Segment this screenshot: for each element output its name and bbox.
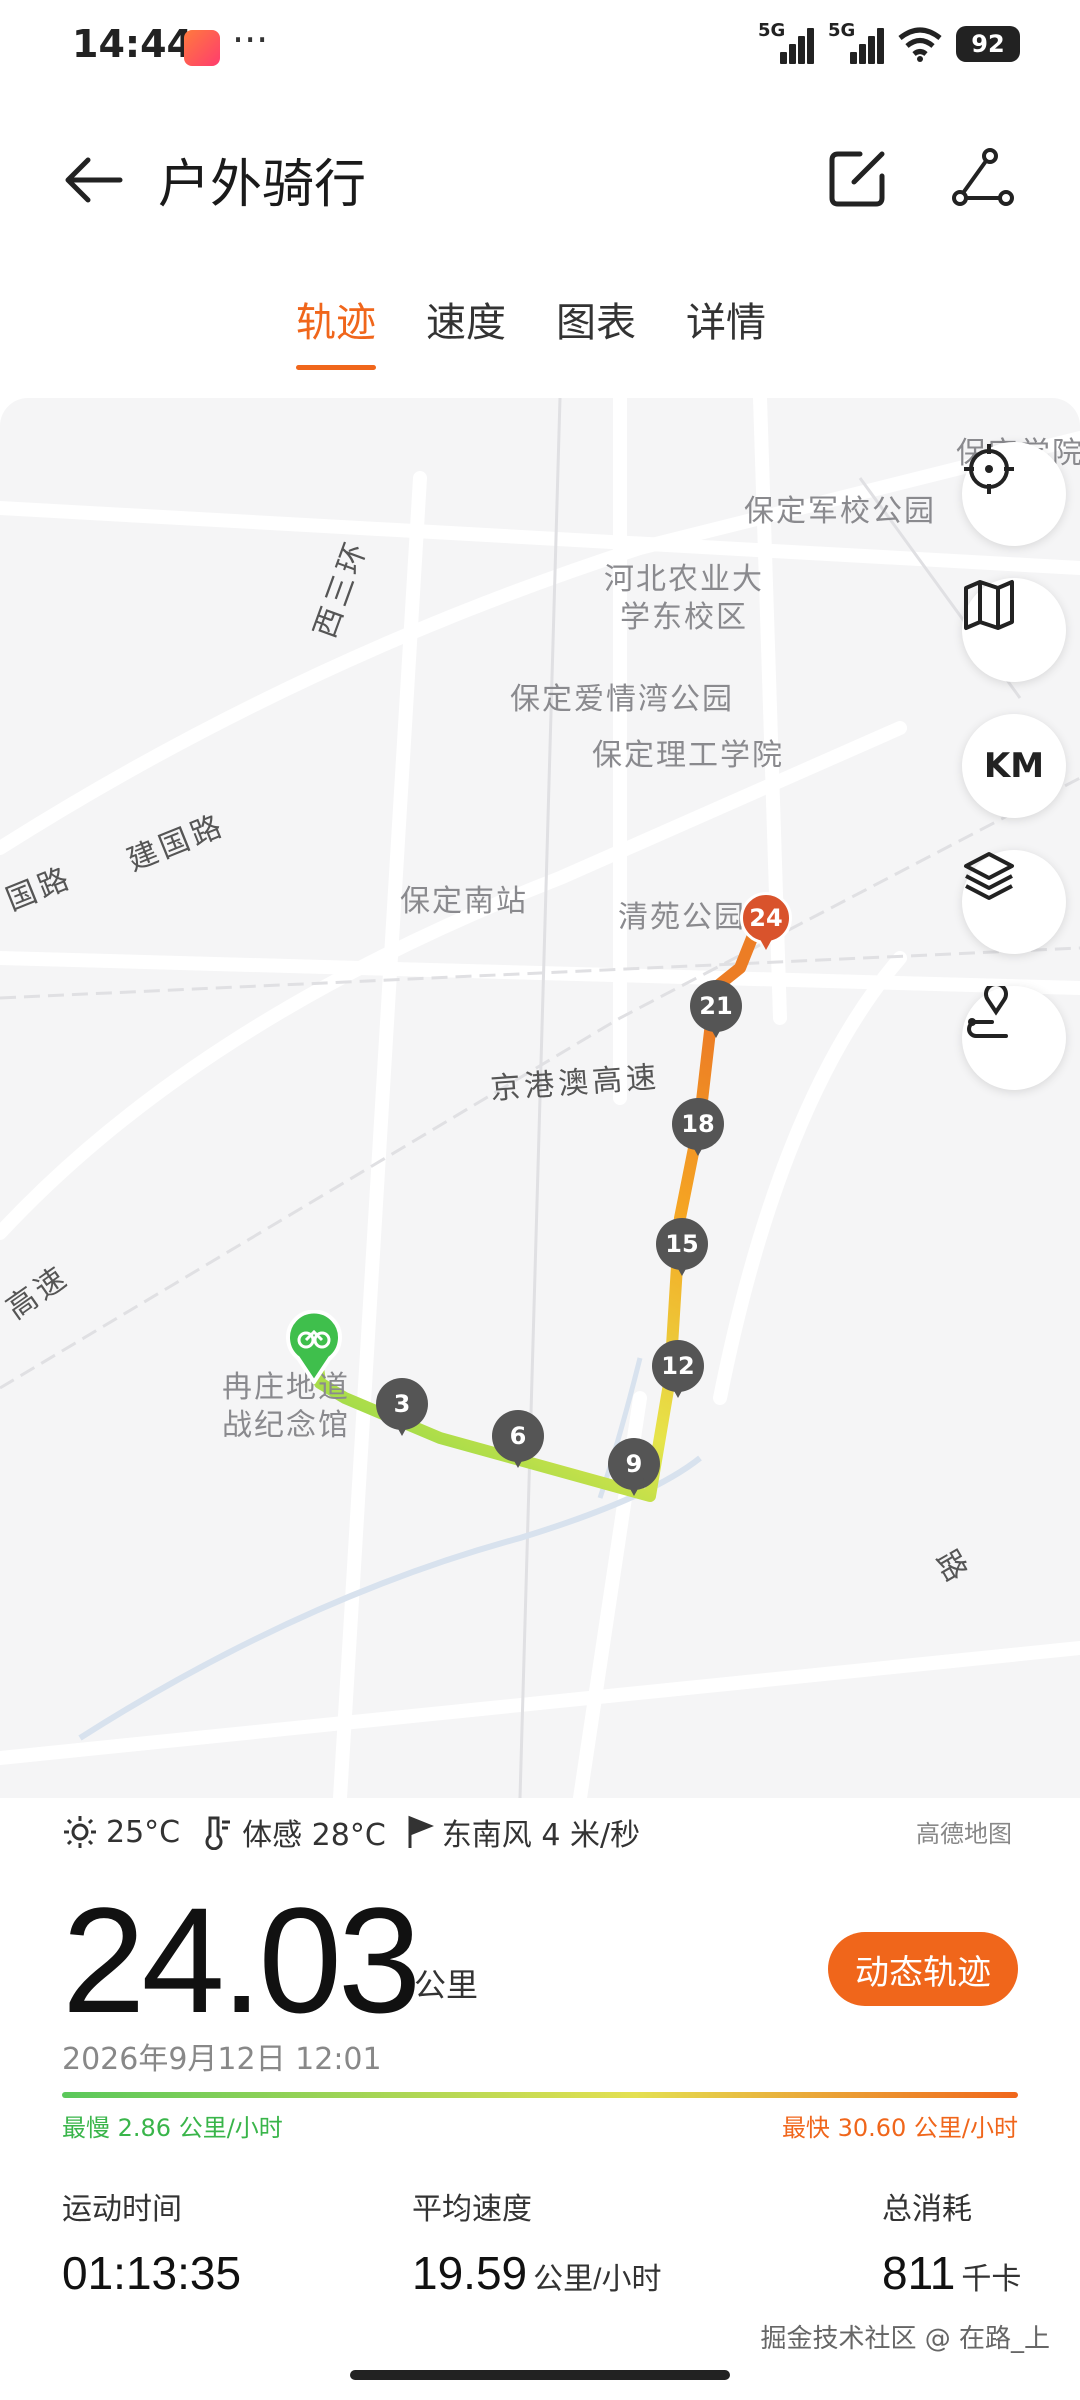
- wifi-icon: [898, 27, 942, 62]
- arrow-left-icon: [65, 157, 123, 203]
- wind: 东南风 4 米/秒: [404, 1810, 640, 1854]
- speed-gradient-bar: [62, 2092, 1018, 2098]
- edit-button[interactable]: [826, 146, 890, 210]
- watermark: 掘金技术社区 @ 在路_上: [760, 2324, 1050, 2354]
- home-indicator[interactable]: [350, 2370, 730, 2380]
- km-marker[interactable]: 6: [492, 1410, 544, 1472]
- km-label: KM: [983, 746, 1045, 786]
- weather-row: 25°C 体感 28°C 东南风 4 米/秒: [62, 1808, 640, 1856]
- share-button[interactable]: [950, 146, 1014, 210]
- stat-label: 平均速度: [412, 2192, 532, 2227]
- status-indicators: 5G 5G 92: [758, 20, 1020, 66]
- flag-icon: [408, 1815, 434, 1848]
- stat-label: 运动时间: [62, 2192, 182, 2227]
- route-map[interactable]: 保定学院 保定军校公园 河北农业大 学东校区 保定爱情湾公园 保定理工学院 保定…: [0, 398, 1080, 1798]
- status-time: 14:44: [72, 22, 193, 66]
- sun-icon: [64, 1816, 96, 1848]
- map-credit: 高德地图: [916, 1820, 1012, 1848]
- map-place-label: 保定理工学院: [592, 738, 784, 773]
- km-marker[interactable]: 18: [672, 1098, 724, 1160]
- signal-icon-2: 5G: [828, 20, 884, 64]
- stat-label: 总消耗: [882, 2192, 972, 2227]
- km-toggle-button[interactable]: KM: [962, 714, 1066, 818]
- temperature: 25°C: [62, 1814, 180, 1850]
- km-marker[interactable]: 3: [376, 1378, 428, 1440]
- total-distance: 24.03: [62, 1876, 421, 2044]
- layers-button[interactable]: [962, 850, 1066, 954]
- stat-calories: 总消耗 811 千卡: [882, 2184, 1021, 2300]
- ride-datetime: 2026年9月12日 12:01: [62, 2042, 382, 2077]
- map-place-label: 学东校区: [620, 600, 748, 635]
- km-marker[interactable]: 12: [652, 1340, 704, 1402]
- start-marker: [286, 1310, 342, 1384]
- share-icon: [952, 148, 1014, 206]
- route-pin-icon: [967, 986, 1008, 1038]
- tab-track[interactable]: 轨迹: [296, 290, 376, 370]
- map-place-label: 保定军校公园: [744, 494, 936, 529]
- km-marker[interactable]: 21: [690, 980, 742, 1042]
- end-marker[interactable]: 24: [740, 892, 792, 954]
- back-button[interactable]: [60, 148, 130, 212]
- feels-like: 体感 28°C: [198, 1810, 386, 1854]
- map-place-label: 保定南站: [400, 884, 528, 919]
- crosshair-icon: [964, 444, 1014, 494]
- app-header: 户外骑行: [0, 120, 1080, 240]
- battery-indicator: 92: [956, 26, 1020, 62]
- route-button[interactable]: [962, 986, 1066, 1090]
- thermometer-icon: [205, 1816, 231, 1850]
- map-icon: [964, 580, 1014, 630]
- status-bar: 14:44 ··· 5G 5G 92: [0, 0, 1080, 96]
- fastest-speed: 最快 30.60 公里/小时: [781, 2114, 1018, 2142]
- signal-icon: 5G: [758, 20, 814, 64]
- km-marker[interactable]: 9: [608, 1438, 660, 1500]
- km-marker[interactable]: 15: [656, 1218, 708, 1280]
- app-notification-icon: [184, 30, 220, 66]
- map-place-label: 保定爱情湾公园: [510, 682, 734, 717]
- stat-avg-speed: 平均速度 19.59 公里/小时: [412, 2184, 661, 2300]
- stat-value: 19.59 公里/小时: [412, 2247, 662, 2299]
- stat-value: 811 千卡: [882, 2247, 1022, 2299]
- map-type-button[interactable]: [962, 578, 1066, 682]
- view-tabs: 轨迹 速度 图表 详情: [296, 290, 766, 370]
- stat-duration: 运动时间 01:13:35: [62, 2184, 247, 2300]
- dynamic-track-button[interactable]: 动态轨迹: [828, 1932, 1018, 2006]
- distance-unit: 公里: [414, 1966, 479, 2004]
- page-title: 户外骑行: [158, 155, 367, 215]
- tab-speed[interactable]: 速度: [426, 290, 506, 370]
- layers-icon: [964, 852, 1014, 900]
- locate-button[interactable]: [962, 442, 1066, 546]
- edit-icon: [829, 151, 885, 207]
- tab-details[interactable]: 详情: [686, 290, 766, 370]
- slowest-speed: 最慢 2.86 公里/小时: [62, 2114, 283, 2142]
- tab-chart[interactable]: 图表: [556, 290, 636, 370]
- map-place-label: 清苑公园: [618, 900, 746, 935]
- map-place-label: 战纪念馆: [222, 1408, 350, 1443]
- stat-value: 01:13:35: [62, 2247, 242, 2299]
- more-notifications-icon: ···: [232, 18, 269, 62]
